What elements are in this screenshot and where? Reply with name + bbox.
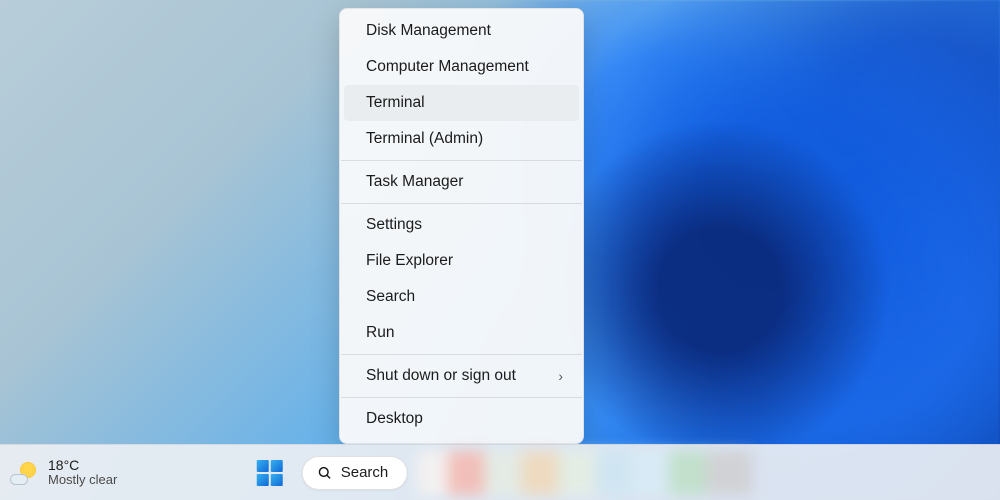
menu-item-label: Terminal (Admin): [366, 130, 483, 148]
start-button[interactable]: [248, 451, 292, 495]
desktop[interactable]: Disk Management Computer Management Termin…: [0, 0, 1000, 500]
menu-item-task-manager[interactable]: Task Manager: [344, 164, 579, 200]
menu-item-terminal[interactable]: Terminal: [344, 85, 579, 121]
taskbar: 18°C Mostly clear Search: [0, 444, 1000, 500]
menu-separator: [341, 160, 582, 161]
menu-item-search[interactable]: Search: [344, 279, 579, 315]
menu-item-label: Search: [366, 288, 415, 306]
menu-item-label: Computer Management: [366, 58, 529, 76]
menu-item-disk-management[interactable]: Disk Management: [344, 13, 579, 49]
menu-item-run[interactable]: Run: [344, 315, 579, 351]
menu-item-label: Settings: [366, 216, 422, 234]
search-icon: [317, 465, 333, 481]
weather-temp: 18°C: [48, 457, 117, 473]
menu-item-label: Terminal: [366, 94, 425, 112]
weather-widget[interactable]: 18°C Mostly clear: [0, 445, 117, 500]
windows-logo-icon: [257, 460, 283, 486]
menu-item-desktop[interactable]: Desktop: [344, 401, 579, 437]
menu-item-file-explorer[interactable]: File Explorer: [344, 243, 579, 279]
weather-icon: [10, 459, 38, 487]
taskbar-center: Search: [248, 445, 753, 500]
menu-item-label: Run: [366, 324, 394, 342]
menu-item-settings[interactable]: Settings: [344, 207, 579, 243]
menu-item-label: File Explorer: [366, 252, 453, 270]
menu-separator: [341, 203, 582, 204]
weather-description: Mostly clear: [48, 473, 117, 488]
menu-item-label: Task Manager: [366, 173, 463, 191]
pinned-apps-blurred: [417, 451, 752, 495]
menu-item-shut-down-or-sign-out[interactable]: Shut down or sign out ›: [344, 358, 579, 394]
chevron-right-icon: ›: [558, 368, 563, 384]
menu-item-computer-management[interactable]: Computer Management: [344, 49, 579, 85]
menu-separator: [341, 354, 582, 355]
menu-separator: [341, 397, 582, 398]
menu-item-label: Disk Management: [366, 22, 491, 40]
start-context-menu: Disk Management Computer Management Termin…: [339, 8, 584, 444]
menu-item-terminal-admin[interactable]: Terminal (Admin): [344, 121, 579, 157]
menu-item-label: Shut down or sign out: [366, 367, 516, 385]
search-label: Search: [341, 464, 389, 481]
taskbar-search[interactable]: Search: [302, 456, 408, 490]
menu-item-label: Desktop: [366, 410, 423, 428]
